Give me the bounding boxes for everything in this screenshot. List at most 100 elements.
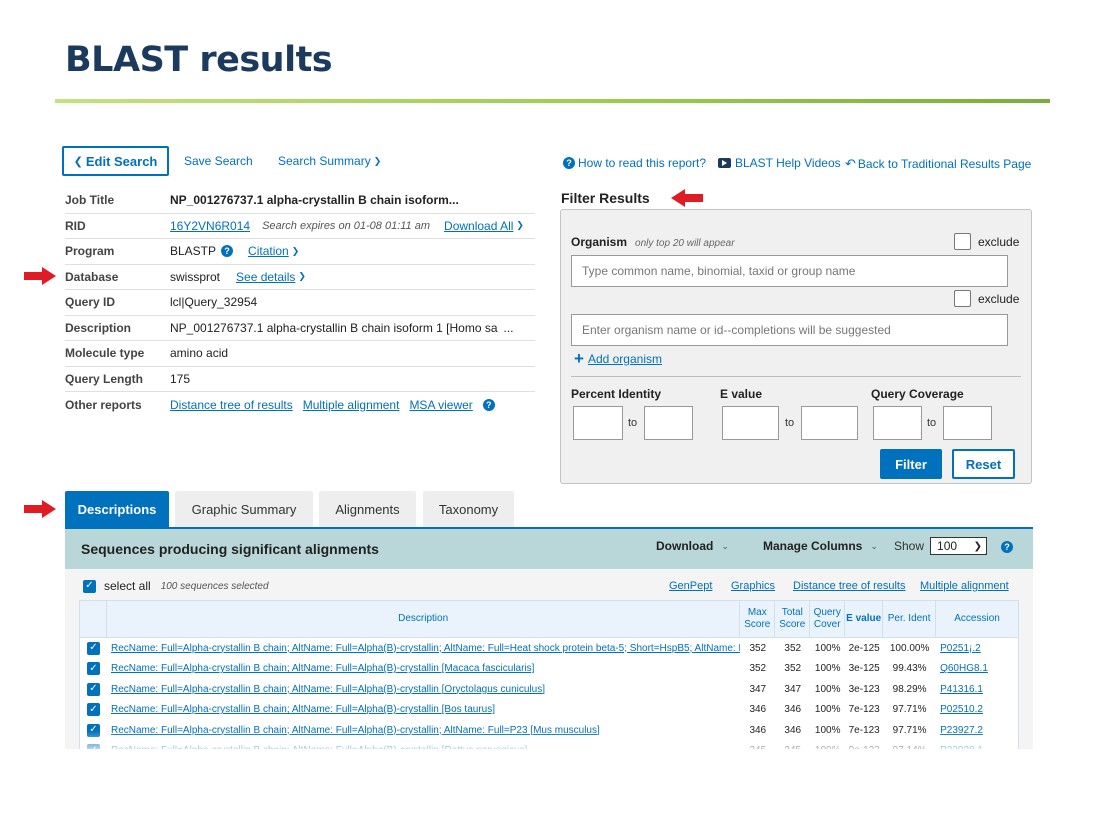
rid-link[interactable]: 16Y2VN6R014 xyxy=(170,219,250,233)
results-title: Sequences producing significant alignmen… xyxy=(81,541,379,557)
show-count-select[interactable]: 100 ❯ xyxy=(930,537,988,555)
query-id-value: lcl|Query_32954 xyxy=(170,295,258,310)
organism-input-2[interactable]: Enter organism name or id--completions w… xyxy=(571,314,1008,346)
header-description[interactable]: Description xyxy=(107,601,741,637)
header-e-value[interactable]: E value xyxy=(845,601,884,637)
rid-label: RID xyxy=(65,218,86,233)
row-query-cover: 100% xyxy=(814,704,841,716)
tab-graphic-summary[interactable]: Graphic Summary xyxy=(175,491,313,528)
tab-descriptions[interactable]: Descriptions xyxy=(65,491,169,528)
organism-label: Organism only top 20 will appear xyxy=(571,235,735,249)
e-value-max-input[interactable] xyxy=(801,406,858,440)
back-traditional-link[interactable]: ↶ Back to Traditional Results Page xyxy=(845,156,1031,172)
row-accession-link[interactable]: P41316.1 xyxy=(936,684,1018,695)
table-header: Description Max Score Total Score Query … xyxy=(80,601,1018,638)
help-videos-label: BLAST Help Videos xyxy=(735,156,841,170)
query-length-label: Query Length xyxy=(65,371,144,386)
row-checkbox[interactable]: ✓ xyxy=(80,662,107,676)
row-checkbox[interactable]: ✓ xyxy=(80,744,107,749)
checkbox-checked-icon: ✓ xyxy=(86,744,100,749)
checkbox-checked-icon: ✓ xyxy=(86,723,100,737)
exclude-checkbox-2[interactable]: exclude xyxy=(954,290,1019,307)
query-coverage-max-input[interactable] xyxy=(943,406,992,440)
exclude-label: exclude xyxy=(978,291,1020,306)
row-checkbox[interactable]: ✓ xyxy=(80,723,107,737)
query-coverage-min-input[interactable] xyxy=(873,406,922,440)
row-max-score: 346 xyxy=(749,704,767,716)
help-icon[interactable]: ? xyxy=(482,398,495,411)
distance-tree-link[interactable]: Distance tree of results xyxy=(170,398,293,412)
see-details-dropdown[interactable]: See details xyxy=(236,270,295,284)
how-to-read-link[interactable]: ? How to read this report? xyxy=(563,156,706,170)
row-checkbox[interactable]: ✓ xyxy=(80,641,107,655)
download-dropdown[interactable]: Download ⌄ xyxy=(656,539,729,553)
row-accession-link[interactable]: Q60HG8.1 xyxy=(936,663,1018,674)
row-description-link[interactable]: RecName: Full=Alpha-crystallin B chain; … xyxy=(111,704,495,715)
row-description-cell: RecName: Full=Alpha-crystallin B chain; … xyxy=(107,725,740,736)
row-accession-link[interactable]: P0251¡.2 xyxy=(936,643,1018,654)
molecule-type-row: Molecule type amino acid xyxy=(65,341,535,367)
save-search-link[interactable]: Save Search xyxy=(184,154,253,168)
row-checkbox[interactable]: ✓ xyxy=(80,703,107,717)
database-label: Database xyxy=(65,269,119,284)
row-description-link[interactable]: RecName: Full=Alpha-crystallin B chain; … xyxy=(111,684,545,695)
help-icon[interactable]: ? xyxy=(221,245,234,258)
genpept-link[interactable]: GenPept xyxy=(669,580,712,592)
filter-button[interactable]: Filter xyxy=(880,449,942,479)
graphics-link[interactable]: Graphics xyxy=(731,580,775,592)
row-accession-link[interactable]: P02510.2 xyxy=(936,704,1018,715)
row-e-value: 7e-123 xyxy=(848,704,880,716)
manage-columns-dropdown[interactable]: Manage Columns ⌄ xyxy=(763,539,878,553)
download-all-dropdown[interactable]: Download All xyxy=(444,219,513,233)
organism-input[interactable]: Type common name, binomial, taxid or gro… xyxy=(571,255,1008,287)
multiple-alignment-link[interactable]: Multiple alignment xyxy=(920,580,1009,592)
distance-tree-link[interactable]: Distance tree of results xyxy=(793,580,906,592)
add-organism-link[interactable]: + Add organism xyxy=(574,350,662,367)
program-row: Program BLASTP ? Citation ❯ xyxy=(65,239,535,265)
molecule-type-value: amino acid xyxy=(170,346,229,361)
edit-search-button[interactable]: ❮ Edit Search xyxy=(62,146,169,176)
row-per-ident: 97.71% xyxy=(892,724,927,736)
job-info-table: Job Title NP_001276737.1 alpha-crystalli… xyxy=(65,188,535,418)
help-icon[interactable]: ? xyxy=(1001,541,1013,553)
query-id-label: Query ID xyxy=(65,295,116,310)
percent-identity-max-input[interactable] xyxy=(644,406,693,440)
add-organism-label: Add organism xyxy=(587,351,662,366)
header-total-score[interactable]: Total Score xyxy=(775,601,811,637)
checkbox-checked-icon: ✓ xyxy=(86,662,100,676)
e-value-min-input[interactable] xyxy=(722,406,779,440)
row-description-link[interactable]: RecName: Full=Alpha-crystallin B chain; … xyxy=(111,745,527,749)
row-description-link[interactable]: RecName: Full=Alpha-crystallin B chain; … xyxy=(111,725,600,736)
row-accession-link[interactable]: P23928.1 xyxy=(936,745,1018,749)
tab-taxonomy[interactable]: Taxonomy xyxy=(423,491,514,528)
help-videos-link[interactable]: BLAST Help Videos xyxy=(718,156,841,170)
header-max-score[interactable]: Max Score xyxy=(740,601,776,637)
reset-button[interactable]: Reset xyxy=(952,449,1015,479)
tab-alignments[interactable]: Alignments xyxy=(319,491,416,528)
multiple-alignment-link[interactable]: Multiple alignment xyxy=(303,398,400,412)
description-value: NP_001276737.1 alpha-crystallin B chain … xyxy=(170,320,498,335)
row-checkbox[interactable]: ✓ xyxy=(80,682,107,696)
row-description-cell: RecName: Full=Alpha-crystallin B chain; … xyxy=(107,704,740,715)
msa-viewer-link[interactable]: MSA viewer xyxy=(409,398,472,412)
row-per-ident: 97.71% xyxy=(892,704,927,716)
chevron-down-icon: ❯ xyxy=(291,245,300,256)
row-description-cell: RecName: Full=Alpha-crystallin B chain; … xyxy=(107,643,740,654)
to-label: to xyxy=(628,417,638,429)
row-description-link[interactable]: RecName: Full=Alpha-crystallin B chain; … xyxy=(111,643,740,654)
percent-identity-min-input[interactable] xyxy=(573,406,623,440)
header-per-ident[interactable]: Per. Ident xyxy=(883,601,937,637)
row-total-score: 346 xyxy=(784,724,802,736)
search-summary-dropdown[interactable]: Search Summary ❯ xyxy=(278,154,381,168)
description-more[interactable]: ... xyxy=(504,321,514,335)
row-description-link[interactable]: RecName: Full=Alpha-crystallin B chain; … xyxy=(111,663,534,674)
header-accession[interactable]: Accession xyxy=(936,601,1018,637)
exclude-checkbox-1[interactable]: exclude xyxy=(954,233,1019,250)
row-accession-link[interactable]: P23927.2 xyxy=(936,725,1018,736)
select-all-checkbox[interactable]: ✓ select all 100 sequences selected xyxy=(83,579,269,593)
citation-dropdown[interactable]: Citation xyxy=(248,244,289,258)
row-e-value: 3e-125 xyxy=(848,663,880,675)
row-query-cover: 100% xyxy=(814,724,841,736)
header-query-cover[interactable]: Query Cover xyxy=(810,601,846,637)
table-row: ✓ RecName: Full=Alpha-crystallin B chain;… xyxy=(80,700,1018,721)
